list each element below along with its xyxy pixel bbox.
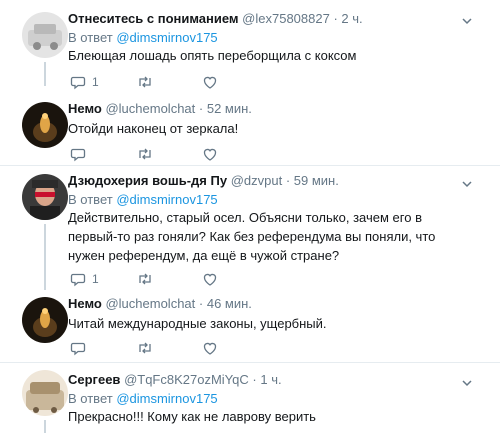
reply-user-link[interactable]: @dimsmirnov175 [116, 391, 217, 406]
reply-context: В ответ @dimsmirnov175 [68, 391, 218, 407]
reply-user-link[interactable]: @dimsmirnov175 [116, 192, 217, 207]
display-name[interactable]: Дзюдохерия вошь-дя Пу [68, 173, 227, 188]
handle[interactable]: @luchemolchat [105, 296, 195, 311]
display-name[interactable]: Отнеситесь с пониманием [68, 11, 239, 26]
reply-context: В ответ @dimsmirnov175 [68, 192, 218, 208]
retweet-icon [139, 273, 151, 285]
avatar[interactable] [22, 12, 68, 58]
display-name[interactable]: Сергеев [68, 372, 120, 387]
timestamp[interactable]: 52 мин. [207, 101, 252, 116]
avatar[interactable] [22, 370, 68, 416]
like-icon [203, 273, 217, 286]
chevron-down-icon[interactable] [462, 13, 472, 25]
timestamp[interactable]: 1 ч. [260, 372, 281, 387]
tweet-header: Дзюдохерия вошь-дя Пу @dzvput · 59 мин. [68, 173, 339, 189]
tweet-header: Сергеев @TqFc8K27ozMiYqC · 1 ч. [68, 372, 282, 388]
thread-line [44, 224, 46, 290]
reply-button[interactable] [70, 340, 86, 356]
separator: · [285, 173, 291, 188]
reply-button[interactable]: 1 [70, 271, 99, 287]
reply-icon [70, 273, 86, 287]
reply-button[interactable] [70, 146, 86, 162]
retweet-icon [139, 342, 151, 354]
like-icon [203, 76, 217, 89]
reply-count: 1 [92, 75, 99, 89]
tweet-text: Действительно, старый осел. Объясни толь… [68, 210, 436, 263]
reply-count: 1 [92, 272, 99, 286]
tweet-header: Немо @luchemolchat · 46 мин. [68, 296, 252, 312]
separator: · [198, 101, 204, 116]
tweet-text: Блеющая лошадь опять переборщила с коксо… [68, 48, 357, 63]
reply-prefix: В ответ [68, 391, 117, 406]
avatar[interactable] [22, 102, 68, 148]
handle[interactable]: @lex75808827 [242, 11, 330, 26]
tweet-header: Немо @luchemolchat · 52 мин. [68, 101, 252, 117]
avatar[interactable] [22, 174, 68, 220]
tweet-text: Отойди наконец от зеркала! [68, 121, 239, 136]
retweet-icon [139, 148, 151, 160]
reply-icon [70, 76, 86, 90]
like-button[interactable] [202, 271, 218, 287]
handle[interactable]: @TqFc8K27ozMiYqC [124, 372, 249, 387]
reply-icon [70, 342, 86, 356]
tweet-header: Отнеситесь с пониманием @lex75808827 · 2… [68, 11, 363, 27]
retweet-icon [139, 76, 151, 88]
divider [0, 362, 500, 363]
retweet-button[interactable] [136, 340, 154, 356]
chevron-down-icon[interactable] [462, 176, 472, 188]
like-button[interactable] [202, 74, 218, 90]
like-icon [203, 148, 217, 161]
thread-line [44, 62, 46, 86]
timestamp[interactable]: 59 мин. [294, 173, 339, 188]
separator: · [252, 372, 257, 387]
tweet-text: Прекрасно!!! Кому как не лаврову верить [68, 409, 316, 424]
separator: · [198, 296, 204, 311]
retweet-button[interactable] [136, 74, 154, 90]
reply-prefix: В ответ [68, 30, 117, 45]
reply-prefix: В ответ [68, 192, 117, 207]
handle[interactable]: @luchemolchat [105, 101, 195, 116]
reply-context: В ответ @dimsmirnov175 [68, 30, 218, 46]
divider [0, 165, 500, 166]
display-name[interactable]: Немо [68, 101, 102, 116]
like-button[interactable] [202, 146, 218, 162]
tweet-text: Читай международные законы, ущербный. [68, 316, 327, 331]
retweet-button[interactable] [136, 271, 154, 287]
separator: · [333, 11, 338, 26]
like-icon [203, 342, 217, 355]
thread-line [44, 420, 46, 433]
display-name[interactable]: Немо [68, 296, 102, 311]
handle[interactable]: @dzvput [231, 173, 283, 188]
reply-button[interactable]: 1 [70, 74, 99, 90]
timestamp[interactable]: 46 мин. [207, 296, 252, 311]
reply-user-link[interactable]: @dimsmirnov175 [116, 30, 217, 45]
retweet-button[interactable] [136, 146, 154, 162]
like-button[interactable] [202, 340, 218, 356]
avatar[interactable] [22, 297, 68, 343]
timestamp[interactable]: 2 ч. [341, 11, 362, 26]
chevron-down-icon[interactable] [462, 375, 472, 387]
reply-icon [70, 148, 86, 162]
